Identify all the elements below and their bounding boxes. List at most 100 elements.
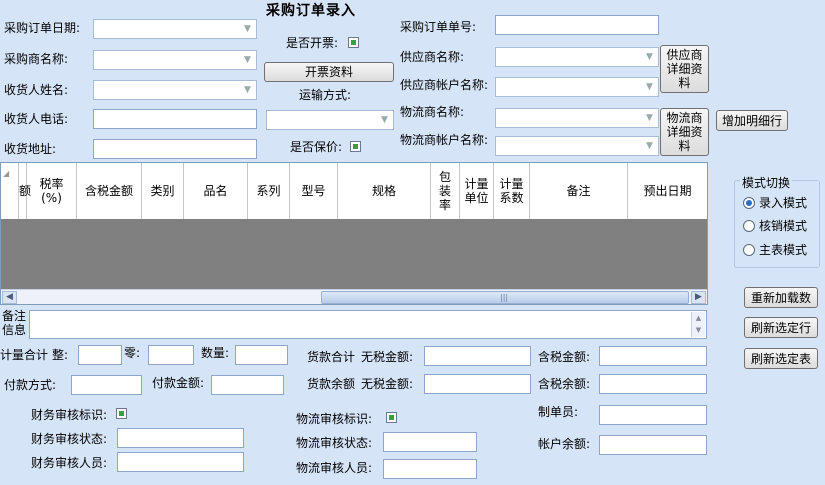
receiver-phone-label: 收货人电话: <box>4 112 69 126</box>
qty-total-label: 计量合计 <box>0 348 49 362</box>
account-balance-input[interactable] <box>599 435 707 455</box>
pay-amount-label: 付款金额: <box>152 376 205 390</box>
log-flag-label: 物流审核标识: <box>296 412 373 426</box>
chevron-down-icon[interactable]: ▼ <box>241 22 254 36</box>
goods-total-label: 货款合计 <box>307 350 356 364</box>
taxed-balance-input[interactable] <box>599 374 707 394</box>
chevron-down-icon[interactable]: ▼ <box>241 83 254 97</box>
receiver-phone-input[interactable] <box>93 109 257 129</box>
fin-status-label: 财务审核状态: <box>31 432 108 446</box>
order-no-label: 采购订单单号: <box>400 20 477 34</box>
row-header-corner: ◢ <box>1 163 19 219</box>
count-input[interactable] <box>235 345 288 365</box>
insure-label: 是否保价: <box>290 140 343 154</box>
insure-checkbox[interactable] <box>350 141 361 152</box>
pay-amount-input[interactable] <box>211 375 284 395</box>
goods-balance-label: 货款余额 <box>307 377 356 391</box>
chevron-down-icon[interactable]: ▼ <box>643 50 656 64</box>
grid-header: ◢ 额 税率 (%) 含税金额 类别 品名 系列 型号 规格 包 装 率 计量 … <box>1 163 707 219</box>
grid-horizontal-scrollbar[interactable]: ◀ ||| ▶ <box>1 289 707 304</box>
grid-col-0[interactable]: 额 <box>19 163 31 219</box>
grid-col-1[interactable]: 税率 (%) <box>27 163 77 219</box>
logistics-name-select[interactable]: ▼ <box>495 108 659 128</box>
part-input[interactable] <box>148 345 194 365</box>
buyer-name-select[interactable]: ▼ <box>93 50 257 70</box>
receiver-address-label: 收货地址: <box>4 142 57 156</box>
add-row-button[interactable]: 增加明细行 <box>716 110 788 131</box>
invoice-info-button[interactable]: 开票资料 <box>264 62 394 82</box>
untaxed-amount-input[interactable] <box>424 346 531 366</box>
untaxed-amount-label: 无税金额: <box>361 350 414 364</box>
log-status-input[interactable] <box>383 432 477 452</box>
chevron-down-icon[interactable]: ▼ <box>643 111 656 125</box>
notes-scrollbar[interactable]: ▲ ▼ <box>691 312 705 337</box>
detail-grid[interactable]: ◢ 额 税率 (%) 含税金额 类别 品名 系列 型号 规格 包 装 率 计量 … <box>0 162 708 305</box>
supplier-name-select[interactable]: ▼ <box>495 47 659 67</box>
buyer-name-label: 采购商名称: <box>4 52 69 66</box>
whole-input[interactable] <box>78 345 122 365</box>
scroll-left-icon[interactable]: ◀ <box>2 291 17 304</box>
scroll-thumb[interactable]: ||| <box>321 291 689 304</box>
logistics-account-select[interactable]: ▼ <box>495 136 659 156</box>
fin-person-input[interactable] <box>117 452 244 472</box>
grid-col-10[interactable]: 计量 系数 <box>494 163 530 219</box>
account-balance-label: 帐户余额: <box>538 437 591 451</box>
chevron-down-icon[interactable]: ▼ <box>241 53 254 67</box>
taxed-amount-label: 含税金额: <box>538 350 591 364</box>
count-label: 数量: <box>201 346 230 360</box>
logistics-detail-button[interactable]: 物流商 详细资 料 <box>660 108 709 156</box>
grid-col-11[interactable]: 备注 <box>530 163 628 219</box>
receiver-name-select[interactable]: ▼ <box>93 80 257 100</box>
fin-person-label: 财务审核人员: <box>31 456 108 470</box>
mode-option-writeoff[interactable]: 核销模式 <box>759 219 807 233</box>
transport-select[interactable]: ▼ <box>266 110 394 130</box>
invoice-label: 是否开票: <box>286 36 339 50</box>
logistics-account-label: 物流商帐户名称: <box>400 133 489 147</box>
mode-option-master[interactable]: 主表模式 <box>759 243 807 257</box>
supplier-account-label: 供应商帐户名称: <box>400 78 489 92</box>
receiver-address-input[interactable] <box>93 139 257 159</box>
part-label: 零: <box>124 346 141 360</box>
logistics-name-label: 物流商名称: <box>400 105 465 119</box>
grid-col-12[interactable]: 预出日期 <box>628 163 707 219</box>
mode-radio-writeoff[interactable] <box>743 220 755 232</box>
grid-col-2[interactable]: 含税金额 <box>77 163 142 219</box>
chevron-down-icon[interactable]: ▼ <box>643 80 656 94</box>
grid-col-5[interactable]: 系列 <box>248 163 290 219</box>
fin-flag-label: 财务审核标识: <box>31 408 108 422</box>
notes-textarea[interactable]: ▲ ▼ <box>29 310 707 339</box>
grid-col-7[interactable]: 规格 <box>338 163 431 219</box>
scroll-right-icon[interactable]: ▶ <box>691 291 706 304</box>
grid-col-4[interactable]: 品名 <box>184 163 248 219</box>
refresh-table-button[interactable]: 刷新选定表 <box>744 348 818 369</box>
log-person-input[interactable] <box>383 459 477 479</box>
log-person-label: 物流审核人员: <box>296 461 373 475</box>
mode-option-entry[interactable]: 录入模式 <box>759 196 807 210</box>
mode-radio-master[interactable] <box>743 244 755 256</box>
chevron-down-icon[interactable]: ▼ <box>643 139 656 153</box>
pay-method-input[interactable] <box>71 375 142 395</box>
fin-flag-checkbox[interactable] <box>116 408 127 419</box>
pay-method-label: 付款方式: <box>4 378 57 392</box>
order-date-picker[interactable]: ▼ <box>93 19 257 39</box>
grid-col-6[interactable]: 型号 <box>290 163 338 219</box>
transport-label: 运输方式: <box>299 88 352 102</box>
refresh-row-button[interactable]: 刷新选定行 <box>744 317 818 338</box>
grid-col-3[interactable]: 类别 <box>142 163 184 219</box>
order-no-input[interactable] <box>495 15 659 35</box>
maker-input[interactable] <box>599 405 707 425</box>
invoice-checkbox[interactable] <box>348 37 359 48</box>
fin-status-input[interactable] <box>117 428 244 448</box>
grid-col-9[interactable]: 计量 单位 <box>460 163 494 219</box>
supplier-account-select[interactable]: ▼ <box>495 77 659 97</box>
reload-button[interactable]: 重新加载数 <box>744 287 818 308</box>
log-flag-checkbox[interactable] <box>386 412 397 423</box>
whole-label: 整: <box>52 348 69 362</box>
maker-label: 制单员: <box>538 405 579 419</box>
supplier-detail-button[interactable]: 供应商 详细资 料 <box>660 45 709 93</box>
grid-col-8[interactable]: 包 装 率 <box>431 163 460 219</box>
untaxed-balance-input[interactable] <box>424 374 531 394</box>
chevron-down-icon[interactable]: ▼ <box>378 113 391 127</box>
mode-radio-entry[interactable] <box>743 197 755 209</box>
taxed-amount-input[interactable] <box>599 346 707 366</box>
